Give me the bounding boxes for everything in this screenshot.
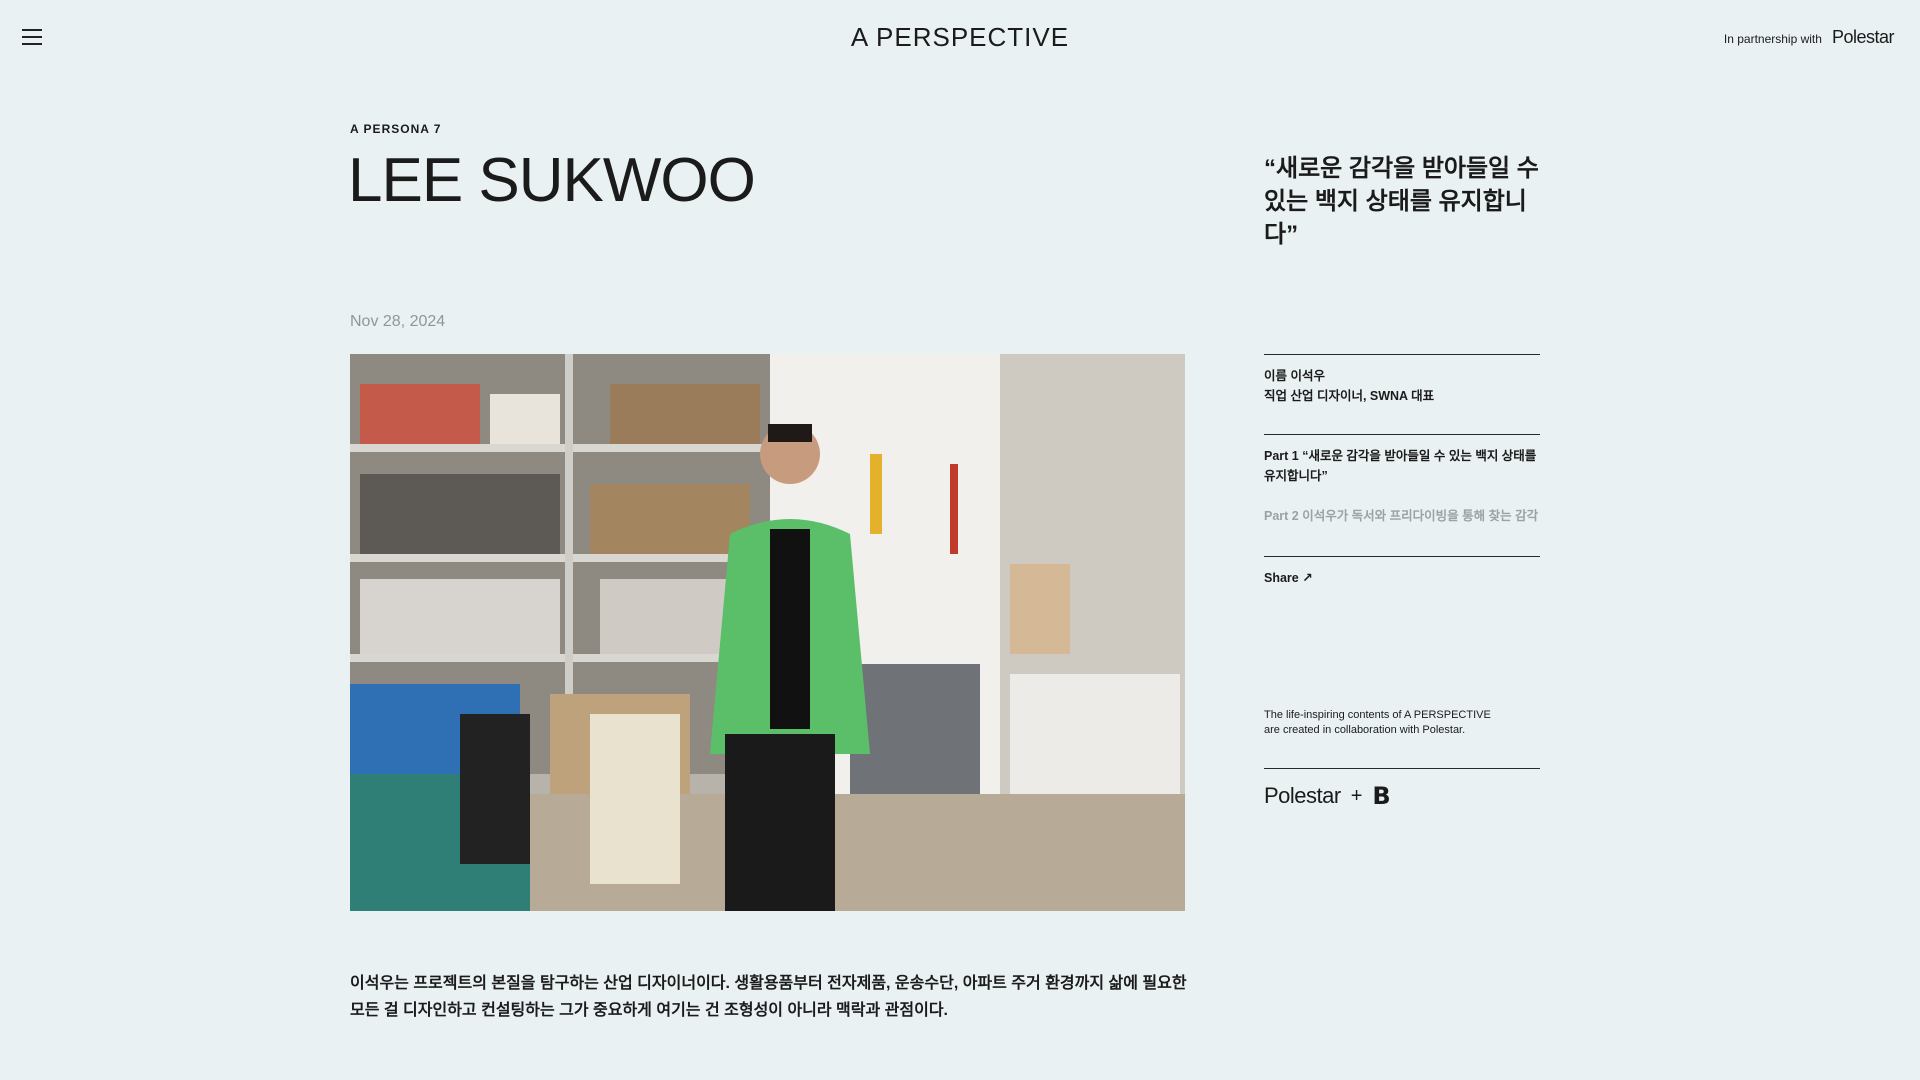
publish-date: Nov 28, 2024 [350,313,446,330]
profile-info: 이름 이석우 직업 산업 디자이너, SWNA 대표 [1264,366,1540,406]
polestar-logo[interactable]: Polestar [1832,27,1895,48]
partner-logos: Polestar + B [1264,782,1540,810]
top-bar: A PERSPECTIVE In partnership with Polest… [0,0,1920,76]
plus-icon: + [1350,784,1363,807]
divider [1264,768,1540,769]
article-lead: 이석우는 프로젝트의 본질을 탐구하는 산업 디자이너이다. 생활용품부터 전자… [350,975,1187,1019]
pull-quote: “새로운 감각을 받아들일 수 있는 백지 상태를 유지합니다” [1264,155,1539,248]
collaboration-note: The life-inspiring contents of A PERSPEC… [1264,709,1491,736]
share-button[interactable]: Share ↗ [1264,570,1540,585]
part-1-link[interactable]: Part 1 “새로운 감각을 받아들일 수 있는 백지 상태를 유지합니다” [1264,446,1540,486]
polestar-logo: Polestar [1264,783,1341,808]
partnership-label: In partnership with [1723,32,1822,46]
profile-name: 이름 이석우 [1264,369,1325,383]
page-title: LEE SUKWOO [348,146,756,215]
site-brand[interactable]: A PERSPECTIVE [0,22,1920,53]
b-logo: B [1372,782,1391,810]
profile-job: 직업 산업 디자이너, SWNA 대표 [1264,389,1435,403]
divider [1264,556,1540,557]
partnership: In partnership with Polestar [1723,27,1895,48]
series-kicker: A PERSONA 7 [350,122,442,136]
series-parts: Part 1 “새로운 감각을 받아들일 수 있는 백지 상태를 유지합니다” … [1264,446,1540,546]
divider [1264,434,1540,435]
divider [1264,354,1540,355]
part-2-link[interactable]: Part 2 이석우가 독서와 프리다이빙을 통해 찾는 감각 [1264,506,1540,526]
hero-photo [350,354,1185,911]
